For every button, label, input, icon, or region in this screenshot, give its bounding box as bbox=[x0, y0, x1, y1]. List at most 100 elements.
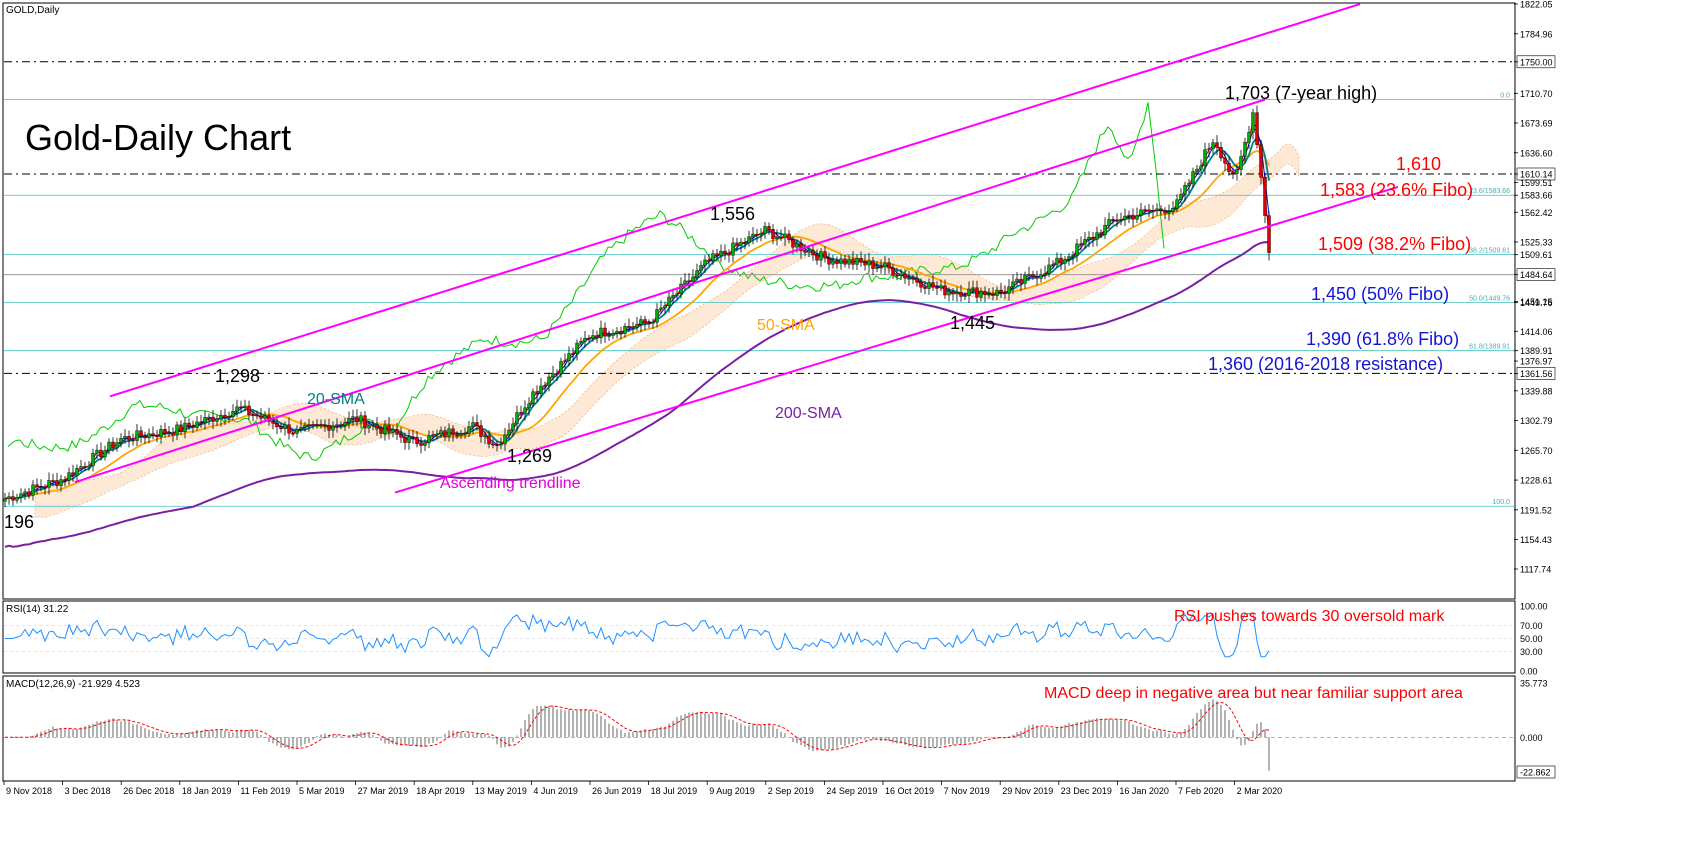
candle-body bbox=[1143, 209, 1147, 211]
candle-body bbox=[111, 441, 115, 449]
x-axis-label: 2 Sep 2019 bbox=[768, 786, 814, 796]
candle-body bbox=[43, 487, 47, 489]
candle-body bbox=[1259, 144, 1263, 178]
candle-body bbox=[487, 435, 491, 445]
candle-body bbox=[1235, 169, 1239, 174]
candle-body bbox=[439, 430, 443, 435]
candle-body bbox=[295, 429, 299, 434]
fibo-level-label: 50.0/1449.76 bbox=[1469, 296, 1510, 303]
candle-body bbox=[911, 277, 915, 280]
annotation-1556: 1,556 bbox=[710, 204, 755, 224]
candle-body bbox=[999, 289, 1003, 293]
candle-body bbox=[1055, 257, 1059, 265]
candle-body bbox=[939, 285, 943, 289]
candle-body bbox=[159, 429, 163, 438]
candle-body bbox=[1135, 215, 1139, 220]
candle-body bbox=[759, 233, 763, 236]
candle-body bbox=[263, 415, 267, 419]
candle-body bbox=[779, 236, 783, 239]
candle-body bbox=[215, 418, 219, 422]
candle-body bbox=[851, 258, 855, 265]
candle-body bbox=[891, 267, 895, 276]
candle-body bbox=[291, 433, 295, 435]
candle-body bbox=[763, 226, 767, 234]
candle-body bbox=[323, 425, 327, 427]
candle-body bbox=[1107, 219, 1111, 226]
candle-body bbox=[599, 327, 603, 339]
candle-body bbox=[963, 295, 967, 297]
candle-body bbox=[1215, 142, 1219, 148]
candle-body bbox=[1191, 171, 1195, 184]
candle-body bbox=[715, 253, 719, 256]
candle-body bbox=[767, 226, 771, 230]
candle-body bbox=[23, 491, 27, 495]
candle-body bbox=[223, 414, 227, 418]
candle-body bbox=[391, 429, 395, 433]
candle-body bbox=[203, 417, 207, 423]
candle-body bbox=[459, 433, 463, 436]
candle-body bbox=[827, 258, 831, 265]
candle-body bbox=[739, 241, 743, 246]
candle-body bbox=[659, 307, 663, 310]
candle-body bbox=[1227, 163, 1231, 173]
candle-body bbox=[419, 443, 423, 446]
candle-body bbox=[855, 258, 859, 265]
candle-body bbox=[283, 424, 287, 430]
annotation-50sma: 50-SMA bbox=[757, 317, 815, 334]
candle-body bbox=[191, 426, 195, 428]
candle-body bbox=[179, 424, 183, 432]
candle-body bbox=[143, 435, 147, 439]
candle-body bbox=[1179, 194, 1183, 200]
chart-title: Gold-Daily Chart bbox=[25, 117, 291, 158]
candle-body bbox=[859, 258, 863, 263]
candle-body bbox=[991, 293, 995, 296]
candle-body bbox=[667, 296, 671, 306]
candle-body bbox=[1079, 243, 1083, 246]
candle-body bbox=[155, 435, 159, 438]
candle-body bbox=[563, 360, 567, 362]
candle-body bbox=[611, 333, 615, 336]
x-axis-label: 29 Nov 2019 bbox=[1002, 786, 1053, 796]
candle-body bbox=[839, 258, 843, 264]
candle-body bbox=[651, 322, 655, 324]
candle-body bbox=[751, 233, 755, 237]
candle-body bbox=[575, 342, 579, 355]
candle-body bbox=[591, 335, 595, 339]
candle-body bbox=[719, 250, 723, 256]
annotation-1269: 1,269 bbox=[507, 446, 552, 466]
candle-body bbox=[811, 250, 815, 256]
rsi-label: RSI(14) 31.22 bbox=[6, 604, 69, 615]
candle-body bbox=[167, 432, 171, 434]
candle-body bbox=[91, 453, 95, 467]
candle-body bbox=[1163, 210, 1167, 214]
candle-body bbox=[579, 341, 583, 344]
candle-body bbox=[711, 253, 715, 262]
candle-body bbox=[595, 335, 599, 339]
candle-body bbox=[887, 262, 891, 269]
candle-body bbox=[555, 373, 559, 375]
annotation-fibo-236: 1,583 (23.6% Fibo) bbox=[1320, 180, 1473, 200]
candle-body bbox=[1255, 112, 1259, 145]
candle-body bbox=[95, 449, 99, 454]
candle-body bbox=[367, 425, 371, 429]
macd-annotation: MACD deep in negative area but near fami… bbox=[1044, 685, 1463, 702]
price-axis-label: 1154.43 bbox=[1520, 535, 1552, 545]
candle-body bbox=[1011, 281, 1015, 288]
candle-body bbox=[927, 282, 931, 289]
candle-body bbox=[947, 291, 951, 296]
candle-body bbox=[175, 424, 179, 436]
candle-body bbox=[519, 412, 523, 415]
annotation-trendline: Ascending trendline bbox=[440, 475, 581, 492]
candle-body bbox=[847, 258, 851, 265]
macd-axis-label: 0.000 bbox=[1520, 733, 1543, 743]
candle-body bbox=[371, 424, 375, 426]
candle-body bbox=[259, 415, 263, 419]
candle-body bbox=[227, 416, 231, 418]
candle-body bbox=[407, 436, 411, 443]
candle-body bbox=[467, 426, 471, 434]
candle-body bbox=[303, 425, 307, 428]
candle-body bbox=[479, 425, 483, 437]
candle-body bbox=[507, 430, 511, 436]
candle-body bbox=[755, 233, 759, 236]
candle-body bbox=[1167, 211, 1171, 214]
